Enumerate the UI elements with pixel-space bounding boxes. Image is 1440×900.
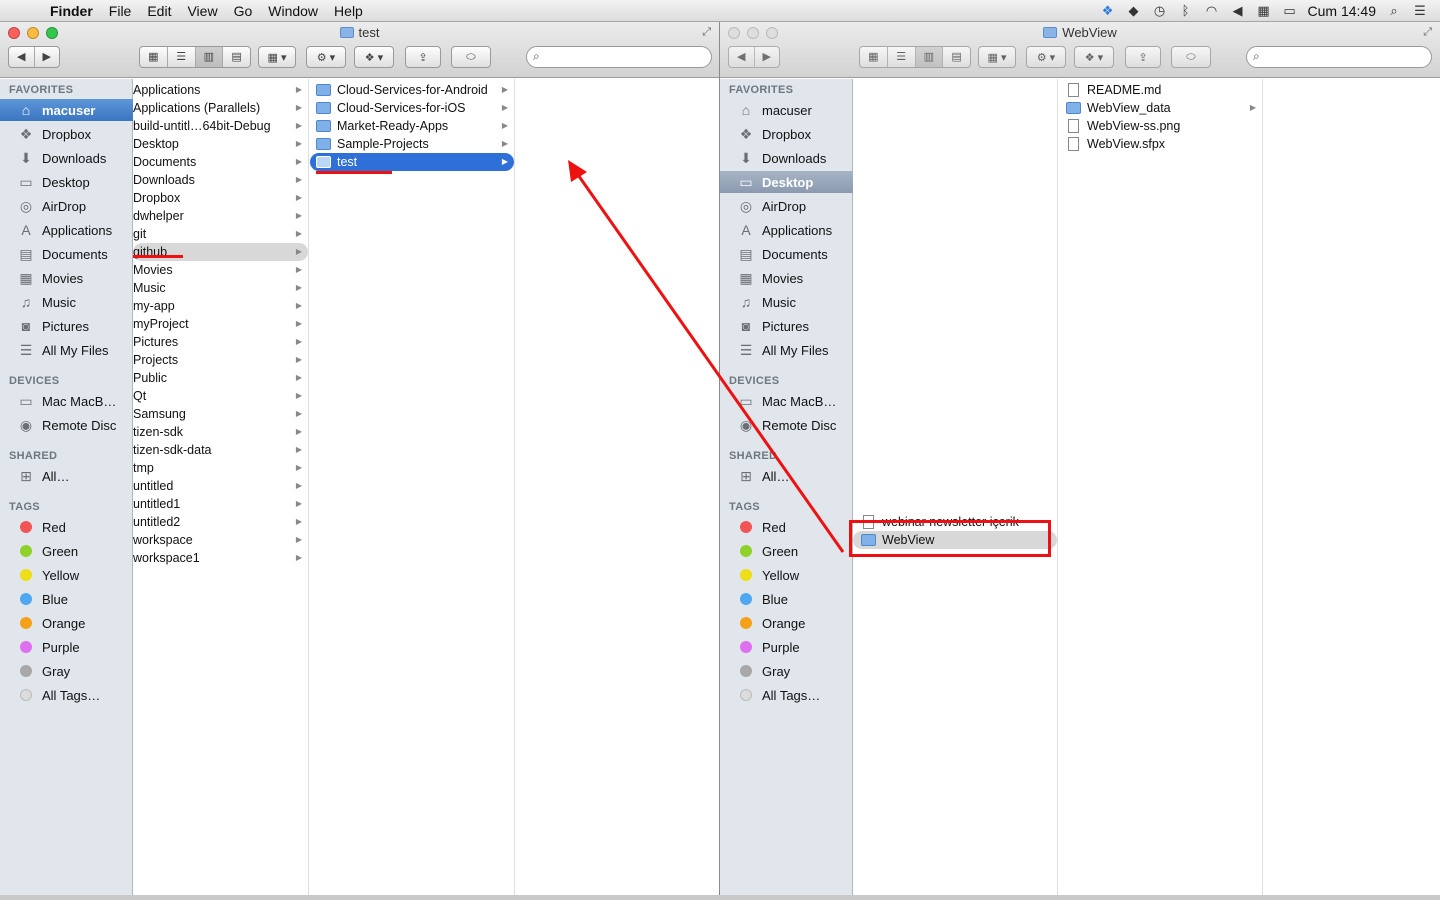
menu-bar: Finder File Edit View Go Window Help ❖ ◆… [0, 0, 1440, 22]
arrow-head [568, 160, 587, 182]
menu-view[interactable]: View [179, 0, 225, 22]
menu-help[interactable]: Help [326, 0, 371, 22]
wifi-icon[interactable]: ◠ [1204, 3, 1220, 18]
menu-edit[interactable]: Edit [139, 0, 179, 22]
notification-center-icon[interactable]: ☰ [1412, 3, 1428, 18]
bluetooth-icon[interactable]: ᛒ [1178, 3, 1194, 18]
spotlight-search-icon[interactable]: ⌕ [1386, 3, 1402, 18]
battery-icon[interactable]: ▭ [1282, 3, 1298, 18]
time-machine-icon[interactable]: ◷ [1152, 3, 1168, 18]
menu-go[interactable]: Go [226, 0, 261, 22]
clock[interactable]: Cum 14:49 [1308, 3, 1376, 19]
dropbox-status-icon[interactable]: ❖ [1100, 3, 1116, 18]
annotation-arrow [568, 160, 845, 553]
arrow-shaft [574, 171, 845, 553]
volume-icon[interactable]: ◀ [1230, 3, 1246, 18]
menu-file[interactable]: File [101, 0, 140, 22]
menu-window[interactable]: Window [260, 0, 326, 22]
keyboard-input-icon[interactable]: ▦ [1256, 3, 1272, 18]
menu-app-finder[interactable]: Finder [42, 0, 101, 22]
evernote-icon[interactable]: ◆ [1126, 3, 1142, 18]
